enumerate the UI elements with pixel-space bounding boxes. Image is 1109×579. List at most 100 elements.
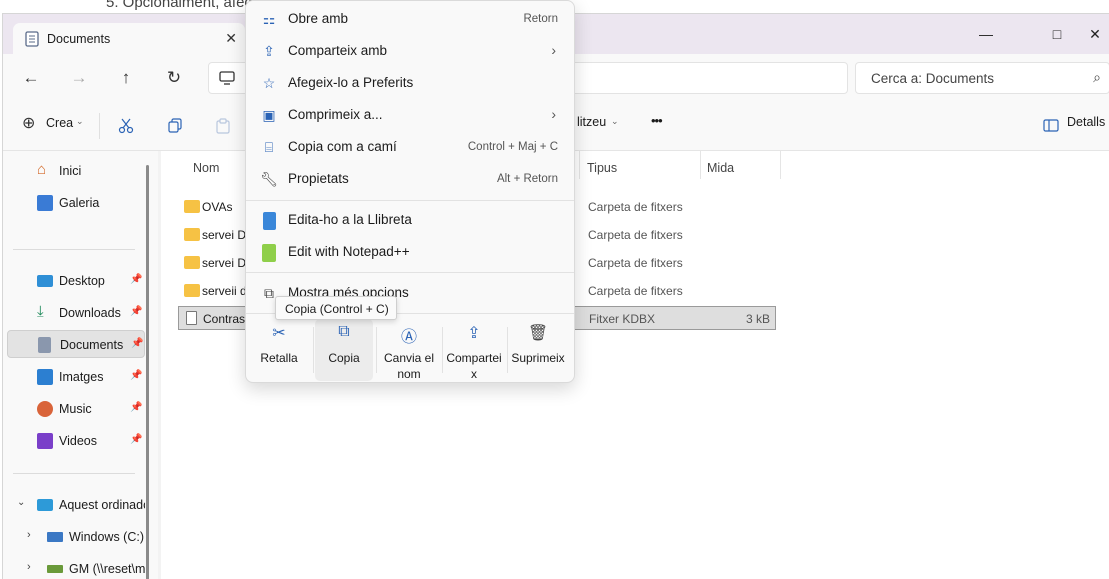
download-icon: ⤓ bbox=[37, 303, 44, 320]
quick-rename-button[interactable]: Ⓐ Canvia el nom bbox=[380, 319, 438, 381]
notepad-icon bbox=[263, 212, 276, 230]
menu-item-label: Copia com a camí bbox=[288, 139, 397, 154]
gallery-icon bbox=[37, 195, 53, 211]
chevron-right-icon[interactable]: › bbox=[27, 529, 31, 541]
quick-divider bbox=[442, 327, 443, 373]
column-divider bbox=[780, 151, 781, 179]
menu-item-shortcut: Retorn bbox=[523, 13, 558, 25]
refresh-button[interactable]: ↻ bbox=[159, 64, 189, 92]
music-icon bbox=[37, 401, 53, 417]
sidebar-item-label: Galeria bbox=[59, 196, 100, 210]
more-options-button[interactable]: ••• bbox=[651, 113, 663, 128]
up-button[interactable]: ↑ bbox=[111, 64, 141, 92]
copy-icon[interactable] bbox=[167, 118, 183, 134]
menu-item-label: Obre amb bbox=[288, 11, 349, 26]
menu-item-edit-notepad-plus-plus[interactable]: Edit with Notepad++ bbox=[250, 236, 572, 268]
navigation-pane: ⌂ Inici Galeria Desktop 📌 ⤓ Downloads 📌 … bbox=[3, 151, 158, 579]
monitor-icon bbox=[219, 71, 235, 85]
wrench-icon: 🔧︎ bbox=[260, 171, 278, 187]
sidebar-item-label: Inici bbox=[59, 164, 82, 178]
column-header-size[interactable]: Mida bbox=[707, 161, 734, 175]
trash-icon: 🗑︎ bbox=[527, 325, 549, 342]
search-box[interactable]: Cerca a: Documents ⌕ bbox=[855, 62, 1109, 94]
menu-item-open-with[interactable]: ⚏ Obre amb Retorn bbox=[250, 3, 572, 35]
sidebar-item-label: Windows (C:) bbox=[69, 530, 145, 544]
column-divider bbox=[700, 151, 701, 179]
sidebar-item-this-pc[interactable]: ⌄ Aquest ordinador bbox=[5, 491, 145, 519]
quick-copy-button[interactable]: ⧉ Copia bbox=[315, 319, 373, 381]
column-header-type[interactable]: Tipus bbox=[587, 161, 617, 175]
quick-cut-button[interactable]: ✂ Retalla bbox=[250, 319, 308, 381]
menu-item-compress[interactable]: ▣ Comprimeix a... › bbox=[250, 99, 572, 131]
quick-share-button[interactable]: ⇪ Comparteix bbox=[445, 319, 503, 381]
sidebar-item-music[interactable]: Music 📌 bbox=[5, 395, 145, 423]
chevron-right-icon[interactable]: › bbox=[27, 561, 31, 573]
copy-icon: ⧉ bbox=[338, 323, 350, 340]
details-button[interactable]: Detalls bbox=[1067, 115, 1105, 129]
folder-icon bbox=[184, 256, 200, 269]
share-icon: ⇪ bbox=[467, 325, 481, 342]
file-name: servei DI bbox=[202, 228, 250, 242]
menu-item-edit-notepad[interactable]: Edita-ho a la Llibreta bbox=[250, 204, 572, 236]
sidebar-item-documents[interactable]: Documents 📌 bbox=[7, 330, 145, 358]
paste-icon[interactable] bbox=[215, 118, 231, 134]
file-type: Carpeta de fitxers bbox=[588, 284, 683, 298]
menu-item-shortcut: Control + Maj + C bbox=[467, 141, 558, 153]
menu-item-label: Edit with Notepad++ bbox=[288, 244, 410, 259]
quick-action-label: Copia bbox=[328, 351, 360, 365]
computer-icon bbox=[37, 499, 53, 511]
quick-divider bbox=[313, 327, 314, 373]
file-icon bbox=[186, 311, 197, 325]
sidebar-item-desktop[interactable]: Desktop 📌 bbox=[5, 267, 145, 295]
pin-icon: 📌 bbox=[130, 274, 143, 285]
sidebar-scrollbar[interactable] bbox=[146, 165, 149, 579]
documents-icon bbox=[38, 337, 51, 353]
maximize-button[interactable]: □ bbox=[1034, 20, 1080, 48]
sidebar-item-videos[interactable]: Videos 📌 bbox=[5, 427, 145, 455]
back-button[interactable]: ← bbox=[16, 64, 46, 92]
videos-icon bbox=[37, 433, 53, 449]
tab-documents[interactable]: Documents ✕ bbox=[13, 23, 245, 54]
quick-delete-button[interactable]: 🗑︎ Suprimeix bbox=[509, 319, 567, 381]
menu-item-properties[interactable]: 🔧︎ Propietats Alt + Retorn bbox=[250, 163, 572, 195]
file-name: OVAs bbox=[202, 200, 233, 214]
forward-button[interactable]: → bbox=[64, 64, 94, 92]
sidebar-item-downloads[interactable]: ⤓ Downloads 📌 bbox=[5, 299, 145, 327]
pin-icon: 📌 bbox=[131, 338, 144, 349]
tab-label: Documents bbox=[47, 32, 111, 46]
sidebar-item-home[interactable]: ⌂ Inici bbox=[5, 157, 145, 185]
chevron-down-icon[interactable]: ⌄ bbox=[17, 497, 25, 508]
file-name: serveii d bbox=[202, 284, 247, 298]
menu-item-copy-as-path[interactable]: ⌸ Copia com a camí Control + Maj + C bbox=[250, 131, 572, 163]
rename-icon: Ⓐ bbox=[400, 329, 417, 346]
sort-label[interactable]: litzeu bbox=[577, 115, 606, 129]
chevron-right-icon: › bbox=[551, 42, 556, 58]
quick-action-label: Canvia el nom bbox=[383, 351, 435, 381]
menu-item-add-to-favorites[interactable]: ☆ Afegeix-lo a Preferits bbox=[250, 67, 572, 99]
menu-item-label: Edita-ho a la Llibreta bbox=[288, 212, 412, 227]
star-icon: ☆ bbox=[262, 75, 276, 91]
menu-item-share-with[interactable]: ⇪ Comparteix amb › bbox=[250, 35, 572, 67]
new-button[interactable]: ⊕ Crea ⌄ bbox=[20, 113, 90, 139]
sidebar-item-pictures[interactable]: Imatges 📌 bbox=[5, 363, 145, 391]
details-pane-icon bbox=[1043, 119, 1059, 132]
sidebar-item-gallery[interactable]: Galeria bbox=[5, 189, 145, 217]
menu-item-shortcut: Alt + Retorn bbox=[496, 173, 558, 185]
cut-icon: ✂ bbox=[272, 325, 286, 342]
folder-icon bbox=[184, 200, 200, 213]
close-button[interactable]: ✕ bbox=[1080, 20, 1109, 48]
quick-action-label: Comparteix bbox=[446, 351, 502, 381]
cut-icon[interactable] bbox=[118, 118, 134, 134]
copy-tooltip: Copia (Control + C) bbox=[275, 296, 397, 320]
network-drive-icon bbox=[47, 565, 63, 573]
search-placeholder: Cerca a: Documents bbox=[871, 71, 995, 86]
sidebar-item-network-drive[interactable]: › GM (\\reset\m bbox=[5, 555, 145, 579]
tab-close-icon[interactable]: ✕ bbox=[225, 30, 237, 47]
sidebar-item-windows-c[interactable]: › Windows (C:) bbox=[5, 523, 145, 551]
column-header-name[interactable]: Nom bbox=[193, 161, 219, 175]
file-type: Carpeta de fitxers bbox=[588, 228, 683, 242]
pin-icon: 📌 bbox=[130, 434, 143, 445]
minimize-button[interactable]: — bbox=[963, 20, 1009, 48]
notepad-plus-plus-icon bbox=[262, 244, 276, 262]
quick-divider bbox=[507, 327, 508, 373]
